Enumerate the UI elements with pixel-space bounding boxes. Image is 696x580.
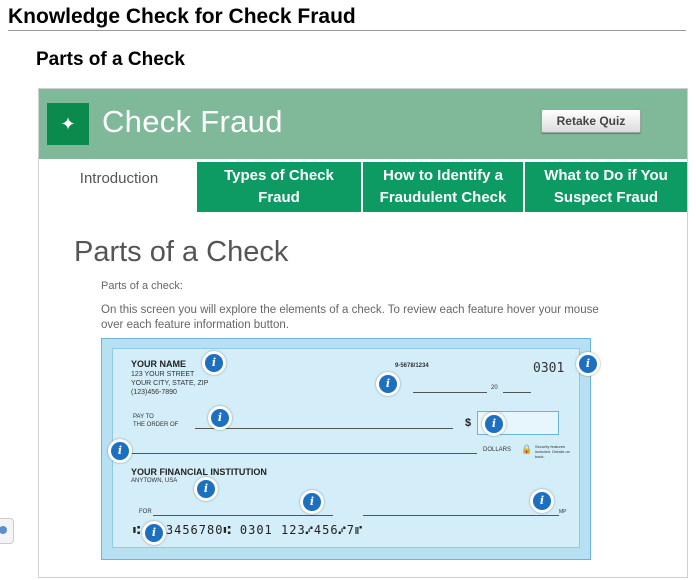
security-note: Security features included. Details on b… <box>535 444 570 459</box>
info-button-amount[interactable]: i <box>482 412 506 436</box>
lock-icon: 🔒 <box>521 444 533 454</box>
check-number: 0301 <box>533 361 565 376</box>
section-title: Parts of a Check <box>36 49 185 70</box>
bank-name: YOUR FINANCIAL INSTITUTION <box>131 467 267 477</box>
instructions-text: On this screen you will explore the elem… <box>101 304 599 331</box>
pay-to-label: PAY TO <box>133 414 154 420</box>
info-button-memo[interactable]: i <box>300 490 324 514</box>
memo-line <box>153 515 333 516</box>
dollars-label: DOLLARS <box>483 447 512 453</box>
info-button-bank[interactable]: i <box>194 477 218 501</box>
check-owner-name: YOUR NAME <box>131 359 187 369</box>
check-owner-city: YOUR CITY, STATE, ZIP <box>131 380 209 387</box>
module-frame: ✦ Check Fraud Retake Quiz Introduction T… <box>38 88 688 578</box>
info-button-check-number[interactable]: i <box>576 352 600 376</box>
check-owner-phone: (123)456-7890 <box>131 389 177 396</box>
memo-label: FOR <box>139 509 152 515</box>
date-year: 20 <box>491 385 498 391</box>
amount-words-line <box>131 453 477 454</box>
date-line-end <box>503 392 531 393</box>
payee-line <box>195 428 453 429</box>
info-button-micr[interactable]: i <box>142 521 166 545</box>
date-line <box>413 392 487 393</box>
signature-mark: MP <box>559 509 567 515</box>
info-button-written-amount[interactable]: i <box>108 439 132 463</box>
page-heading: Knowledge Check for Check Fraud <box>8 4 686 31</box>
order-of-label: THE ORDER OF <box>133 422 179 428</box>
tab-types-of-check-fraud[interactable]: Types of Check Fraud <box>195 162 361 212</box>
banner-title: Check Fraud <box>102 104 283 139</box>
retake-quiz-button[interactable]: Retake Quiz <box>541 109 641 133</box>
banner: ✦ Check Fraud Retake Quiz <box>39 89 687 159</box>
tab-introduction[interactable]: Introduction <box>43 162 195 212</box>
tab-what-to-do[interactable]: What to Do if You Suspect Fraud <box>523 162 687 212</box>
signature-line <box>363 515 559 516</box>
bank-location: ANYTOWN, USA <box>131 478 178 484</box>
micr-line: ⑆ 123456780⑆ 0301 123⑇456⑇7⑈ <box>133 523 364 537</box>
bank-logo-icon: ✦ <box>47 103 89 145</box>
circle-icon <box>0 526 7 534</box>
info-button-payee[interactable]: i <box>208 406 232 430</box>
routing-fraction: 9-5678/1234 <box>395 363 429 369</box>
side-scroll-button[interactable] <box>0 518 14 544</box>
dollar-sign: $ <box>465 417 472 429</box>
check-face: YOUR NAME 123 YOUR STREET YOUR CITY, STA… <box>112 348 580 548</box>
tab-how-to-identify[interactable]: How to Identify a Fraudulent Check <box>361 162 523 212</box>
sample-check: YOUR NAME 123 YOUR STREET YOUR CITY, STA… <box>101 338 600 560</box>
info-button-date[interactable]: i <box>376 372 400 396</box>
content-title: Parts of a Check <box>74 236 289 268</box>
info-button-signature[interactable]: i <box>530 489 554 513</box>
info-button-name[interactable]: i <box>202 351 226 375</box>
check-owner-street: 123 YOUR STREET <box>131 371 195 378</box>
tab-bar: Introduction Types of Check Fraud How to… <box>43 162 687 212</box>
intro-label: Parts of a check: <box>101 280 183 292</box>
